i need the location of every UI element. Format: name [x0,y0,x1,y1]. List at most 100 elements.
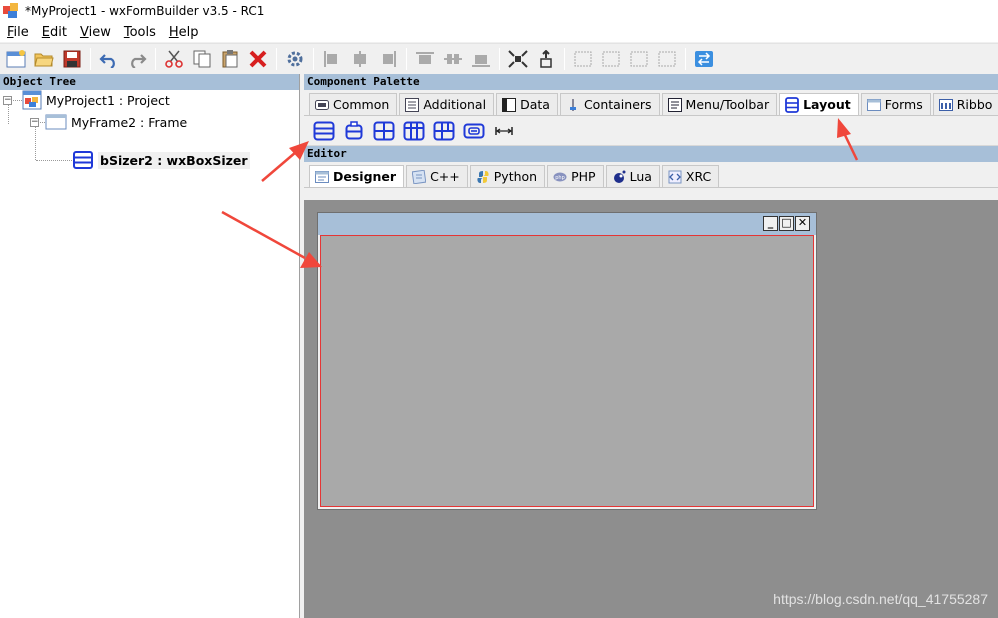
box-sizer-area[interactable] [320,235,814,507]
tab-additional[interactable]: Additional [399,93,495,115]
tab-label: C++ [430,169,460,184]
toolbar-separator [564,48,565,70]
tab-forms[interactable]: Forms [860,93,931,115]
layout-palette-tools [304,116,998,146]
object-tree-pane: Object Tree − MyProject1 : Project − MyF… [0,74,300,618]
align-top-icon[interactable] [413,47,437,71]
tab-cpp[interactable]: C++ [406,165,468,187]
tab-label: Common [333,97,390,112]
tree-node-label: MyProject1 : Project [46,92,170,108]
wrap-sizer-tool[interactable] [340,119,368,143]
designer-frame[interactable]: _ □ ✕ [317,212,817,510]
frame-title-bar: _ □ ✕ [318,213,816,235]
align-bottom-icon[interactable] [469,47,493,71]
menu-tools[interactable]: Tools [117,25,162,40]
main-toolbar [0,43,998,74]
tab-label: Python [493,169,538,184]
open-project-icon[interactable] [32,47,56,71]
delete-icon[interactable] [246,47,270,71]
tab-label: Menu/Toolbar [685,97,770,112]
tab-ribbon[interactable]: Ribbo [932,93,998,115]
menu-bar: File Edit View Tools Help [0,22,998,42]
window-title: *MyProject1 - wxFormBuilder v3.5 - RC1 [25,4,265,18]
tab-label: Lua [629,169,652,184]
menu-file[interactable]: File [0,25,35,40]
menu-edit[interactable]: Edit [35,25,73,40]
frame-icon [45,114,67,130]
tab-label: Ribbo [956,97,993,112]
watermark: https://blog.csdn.net/qq_41755287 [773,591,988,607]
tab-designer[interactable]: Designer [309,165,405,187]
grid-sizer-tool[interactable] [370,119,398,143]
tree-node-frame[interactable]: − MyFrame2 : Frame [30,112,187,132]
align-left-icon[interactable] [320,47,344,71]
minimize-icon[interactable]: _ [763,216,778,231]
tab-menu-toolbar[interactable]: Menu/Toolbar [661,93,778,115]
tab-label: XRC [685,169,712,184]
spacer-tool[interactable] [490,119,518,143]
collapse-icon[interactable]: − [30,117,39,127]
border-top-icon[interactable] [627,47,651,71]
xrc-icon [668,170,682,184]
tab-python[interactable]: Python [469,165,546,187]
ribbon-icon [938,98,953,112]
menu-help[interactable]: Help [162,25,205,40]
swap-orientation-icon[interactable] [692,47,716,71]
box-sizer-tool[interactable] [310,119,338,143]
right-pane: Component Palette Common Additional Data… [304,74,998,618]
close-icon[interactable]: ✕ [795,216,810,231]
tab-layout[interactable]: Layout [779,93,859,115]
title-bar: *MyProject1 - wxFormBuilder v3.5 - RC1 [0,0,998,22]
maximize-icon[interactable]: □ [779,216,794,231]
tab-label: Data [520,97,550,112]
border-left-icon[interactable] [571,47,595,71]
tree-node-project[interactable]: − MyProject1 : Project [3,90,170,110]
tab-xrc[interactable]: XRC [661,165,720,187]
collapse-icon[interactable]: − [3,95,12,105]
stretch-icon[interactable] [534,47,558,71]
tab-label: Layout [803,97,851,112]
tree-node-label: bSizer2 : wxBoxSizer [98,151,250,169]
tab-lua[interactable]: Lua [605,165,660,187]
expand-icon[interactable] [506,47,530,71]
lua-icon [612,170,626,184]
tab-data[interactable]: Data [496,93,558,115]
editor-tabs: Designer C++ Python php PHP Lua XRC [304,162,998,188]
toolbar-separator [90,48,91,70]
cut-icon[interactable] [162,47,186,71]
new-project-icon[interactable] [4,47,28,71]
tab-common[interactable]: Common [309,93,398,115]
border-bottom-icon[interactable] [655,47,679,71]
flex-grid-sizer-tool[interactable] [400,119,428,143]
static-box-sizer-tool[interactable] [460,119,488,143]
undo-icon[interactable] [97,47,121,71]
menu-help-label: elp [178,24,199,40]
save-icon[interactable] [60,47,84,71]
tab-label: Forms [884,97,923,112]
align-right-icon[interactable] [376,47,400,71]
menu-file-label: ile [13,24,29,40]
copy-icon[interactable] [190,47,214,71]
tab-php[interactable]: php PHP [547,165,604,187]
toolbar-separator [276,48,277,70]
menu-view[interactable]: View [73,25,117,40]
app-icon [3,3,19,19]
generate-code-icon[interactable] [283,47,307,71]
tab-label: Designer [333,169,397,184]
tree-node-boxsizer[interactable]: bSizer2 : wxBoxSizer [73,150,250,170]
svg-text:php: php [555,175,565,181]
tab-label: Additional [423,97,487,112]
redo-icon[interactable] [125,47,149,71]
layout-icon [785,96,799,113]
tab-containers[interactable]: Containers [559,93,660,115]
toolbar-separator [685,48,686,70]
menu-edit-mnemonic: E [41,24,50,40]
align-center-icon[interactable] [348,47,372,71]
project-icon [22,90,42,110]
menu-help-mnemonic: H [168,24,179,40]
paste-icon[interactable] [218,47,242,71]
menu-edit-label: dit [50,24,67,40]
grid-bag-sizer-tool[interactable] [430,119,458,143]
border-right-icon[interactable] [599,47,623,71]
align-middle-icon[interactable] [441,47,465,71]
